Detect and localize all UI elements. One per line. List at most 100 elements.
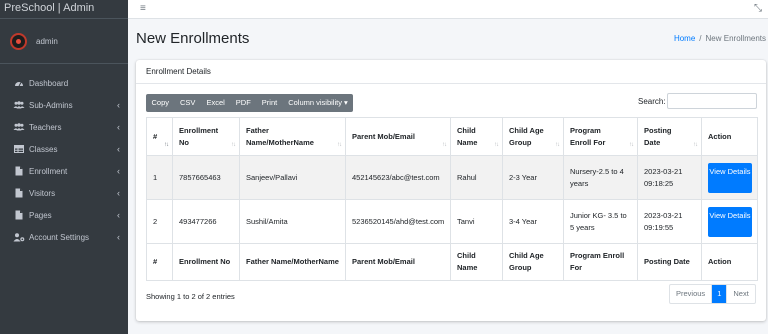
sidebar-item-label: Classes bbox=[29, 144, 58, 154]
sidebar-item-label: Dashboard bbox=[29, 78, 69, 88]
column-header[interactable]: Parent Mob/Email ↑↓ bbox=[345, 117, 451, 156]
column-header[interactable]: # ↑↓ bbox=[146, 117, 173, 156]
user-name[interactable]: admin bbox=[36, 37, 58, 46]
users-icon bbox=[13, 100, 25, 110]
footer-cell: Father Name/MotherName bbox=[239, 243, 346, 281]
column-header[interactable]: Child Name ↑↓ bbox=[450, 117, 503, 156]
sort-icon: ↑↓ bbox=[693, 142, 698, 148]
footer-cell: # bbox=[146, 243, 173, 281]
cell-number: 2 bbox=[146, 199, 173, 244]
sidebar-item-label: Teachers bbox=[29, 122, 62, 132]
page-title: New Enrollments bbox=[136, 30, 250, 47]
column-visibility-button[interactable]: Column visibility ▾ bbox=[283, 94, 354, 112]
sort-icon: ↑↓ bbox=[337, 142, 342, 148]
footer-cell: Program Enroll For bbox=[563, 243, 638, 281]
cell-action: View Details bbox=[701, 199, 758, 244]
excel-button[interactable]: Excel bbox=[201, 94, 230, 112]
print-button[interactable]: Print bbox=[256, 94, 282, 112]
sidebar-item-label: Visitors bbox=[29, 188, 56, 198]
table-info: Showing 1 to 2 of 2 entries bbox=[146, 292, 235, 301]
cell-action: View Details bbox=[701, 155, 758, 200]
file-icon bbox=[13, 188, 25, 198]
cell-age-group: 2-3 Year bbox=[502, 155, 564, 200]
enrollments-table: # ↑↓ Enrollment No ↑↓ Father Name/MotherNa… bbox=[146, 117, 758, 281]
column-header[interactable]: Child Age Group ↑↓ bbox=[502, 117, 564, 156]
dashboard-icon bbox=[13, 78, 25, 88]
sort-icon: ↑↓ bbox=[231, 142, 236, 148]
chevron-left-icon: ‹ bbox=[117, 122, 120, 132]
sidebar-item-dashboard[interactable]: Dashboard bbox=[0, 72, 128, 94]
column-header[interactable]: Program Enroll For ↑↓ bbox=[563, 117, 638, 156]
users-icon bbox=[13, 122, 25, 132]
cell-child-name: Tanvi bbox=[450, 199, 503, 244]
user-panel[interactable]: admin bbox=[0, 19, 128, 64]
cell-posting-date: 2023-03-21 09:19:55 bbox=[637, 199, 702, 244]
chevron-left-icon: ‹ bbox=[117, 144, 120, 154]
sidebar-item-teachers[interactable]: Teachers ‹ bbox=[0, 116, 128, 138]
breadcrumb-separator: / bbox=[699, 34, 702, 43]
table-icon bbox=[13, 144, 25, 154]
view-details-button[interactable]: View Details bbox=[708, 162, 752, 193]
footer-cell: Enrollment No bbox=[172, 243, 240, 281]
footer-cell: Posting Date bbox=[637, 243, 702, 281]
view-details-button[interactable]: View Details bbox=[708, 206, 752, 237]
sidebar-item-label: Enrollment bbox=[29, 166, 68, 176]
cell-parent-contact: 5236520145/ahd@test.com bbox=[345, 199, 451, 244]
breadcrumb: Home / New Enrollments bbox=[674, 34, 766, 43]
sidebar-item-label: Sub-Admins bbox=[29, 100, 73, 110]
cell-parent-names: Sushil/Amita bbox=[239, 199, 346, 244]
cell-program: Nursery-2.5 to 4 years bbox=[563, 155, 638, 200]
fullscreen-icon[interactable]: ⤡ bbox=[754, 3, 762, 14]
search-label: Search: bbox=[638, 97, 666, 106]
csv-button[interactable]: CSV bbox=[175, 94, 201, 112]
cell-posting-date: 2023-03-21 09:18:25 bbox=[637, 155, 702, 200]
footer-cell: Parent Mob/Email bbox=[345, 243, 451, 281]
sidebar-item-label: Account Settings bbox=[29, 232, 90, 242]
cell-program: Junior KG- 3.5 to 5 years bbox=[563, 199, 638, 244]
breadcrumb-current: New Enrollments bbox=[705, 34, 766, 43]
brand-title[interactable]: PreSchool | Admin bbox=[0, 0, 128, 19]
column-header[interactable]: Father Name/MotherName ↑↓ bbox=[239, 117, 346, 156]
menu-icon[interactable]: ≡ bbox=[140, 3, 146, 14]
breadcrumb-home-link[interactable]: Home bbox=[674, 34, 695, 43]
footer-cell: Action bbox=[701, 243, 758, 281]
file-icon bbox=[13, 166, 25, 176]
sidebar-item-sub-admins[interactable]: Sub-Admins ‹ bbox=[0, 94, 128, 116]
sidebar-item-classes[interactable]: Classes ‹ bbox=[0, 138, 128, 160]
pagination: Previous 1 Next bbox=[669, 284, 756, 304]
copy-button[interactable]: Copy bbox=[146, 94, 175, 112]
chevron-left-icon: ‹ bbox=[117, 166, 120, 176]
cell-enrollment-no: 7857665463 bbox=[172, 155, 240, 200]
pdf-button[interactable]: PDF bbox=[230, 94, 256, 112]
topbar: ≡ ⤡ bbox=[128, 0, 768, 19]
sidebar-item-enrollment[interactable]: Enrollment ‹ bbox=[0, 160, 128, 182]
sidebar-item-visitors[interactable]: Visitors ‹ bbox=[0, 182, 128, 204]
column-header[interactable]: Enrollment No ↑↓ bbox=[172, 117, 240, 156]
column-header[interactable]: Posting Date ↑↓ bbox=[637, 117, 702, 156]
chevron-left-icon: ‹ bbox=[117, 232, 120, 242]
column-header[interactable]: Action bbox=[701, 117, 758, 156]
avatar bbox=[10, 32, 27, 50]
sidebar: PreSchool | Admin admin Dashboard Sub-Ad… bbox=[0, 0, 128, 334]
chevron-left-icon: ‹ bbox=[117, 188, 120, 198]
cell-age-group: 3-4 Year bbox=[502, 199, 564, 244]
chevron-left-icon: ‹ bbox=[117, 210, 120, 220]
cell-parent-contact: 452145623/abc@test.com bbox=[345, 155, 451, 200]
page-1-button[interactable]: 1 bbox=[712, 285, 728, 303]
sort-ascending-icon: ↑↓ bbox=[164, 142, 169, 148]
sort-icon: ↑↓ bbox=[555, 142, 560, 148]
cell-number: 1 bbox=[146, 155, 173, 200]
cell-child-name: Rahul bbox=[450, 155, 503, 200]
sidebar-item-account-settings[interactable]: Account Settings ‹ bbox=[0, 226, 128, 248]
previous-page-button[interactable]: Previous bbox=[670, 285, 713, 303]
next-page-button[interactable]: Next bbox=[727, 285, 754, 303]
cell-enrollment-no: 493477266 bbox=[172, 199, 240, 244]
sidebar-nav: Dashboard Sub-Admins ‹ Teachers ‹ Classe… bbox=[0, 72, 128, 248]
sidebar-item-label: Pages bbox=[29, 210, 52, 220]
sidebar-item-pages[interactable]: Pages ‹ bbox=[0, 204, 128, 226]
table-row: 2 493477266 Sushil/Amita 5236520145/ahd@… bbox=[146, 199, 758, 244]
sort-icon: ↑↓ bbox=[629, 142, 634, 148]
search-input[interactable] bbox=[667, 93, 757, 109]
table-header-row: # ↑↓ Enrollment No ↑↓ Father Name/MotherNa… bbox=[146, 117, 758, 156]
enrollment-card: Enrollment Details Copy CSV Excel PDF Pr… bbox=[136, 60, 766, 321]
